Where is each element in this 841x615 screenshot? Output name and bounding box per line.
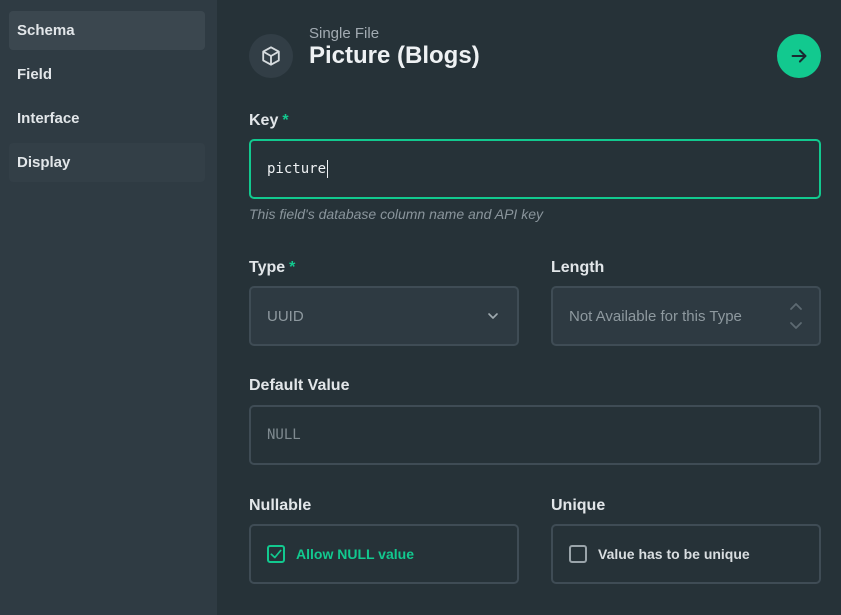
key-label: Key * [249,112,289,129]
key-input[interactable]: picture [249,139,821,199]
cube-icon [249,34,293,78]
unique-label: Unique [551,497,606,514]
sidebar-item-schema[interactable]: Schema [9,11,205,50]
key-input-value: picture [267,161,327,177]
sidebar-item-label: Field [17,66,53,83]
sidebar: Schema Field Interface Display [0,0,217,615]
nullable-label: Nullable [249,497,312,514]
continue-button[interactable] [777,34,821,78]
unique-checkbox-field[interactable]: Value has to be unique [551,524,821,584]
sidebar-item-field[interactable]: Field [9,55,205,94]
sidebar-item-interface[interactable]: Interface [9,99,205,138]
unique-checkbox-label: Value has to be unique [598,546,750,562]
nullable-checkbox-field[interactable]: Allow NULL value [249,524,519,584]
sidebar-item-label: Interface [17,110,80,127]
sidebar-item-display[interactable]: Display [9,143,205,182]
default-value-input[interactable]: NULL [249,405,821,465]
required-marker: * [289,259,296,276]
sidebar-item-label: Schema [17,22,75,39]
unique-checkbox[interactable] [569,545,587,563]
length-input[interactable]: Not Available for this Type [551,286,821,346]
stepper-icon[interactable] [789,301,803,331]
check-icon [270,549,282,559]
type-select[interactable]: UUID [249,286,519,346]
required-marker: * [282,112,289,129]
sidebar-item-label: Display [17,154,71,171]
type-label: Type * [249,259,296,276]
text-caret [327,160,329,178]
chevron-down-icon [488,313,498,319]
page-title: Picture (Blogs) [309,42,480,69]
default-value-label: Default Value [249,377,350,394]
type-select-value: UUID [267,307,304,325]
key-hint: This field's database column name and AP… [249,206,543,222]
page-subtitle: Single File [309,25,380,42]
length-placeholder: Not Available for this Type [569,307,742,325]
nullable-checkbox-label: Allow NULL value [296,546,414,562]
arrow-right-icon [791,49,807,63]
nullable-checkbox[interactable] [267,545,285,563]
default-value-placeholder: NULL [267,427,301,443]
length-label: Length [551,259,605,276]
main-panel: Single File Picture (Blogs) Key * picture… [217,0,841,615]
